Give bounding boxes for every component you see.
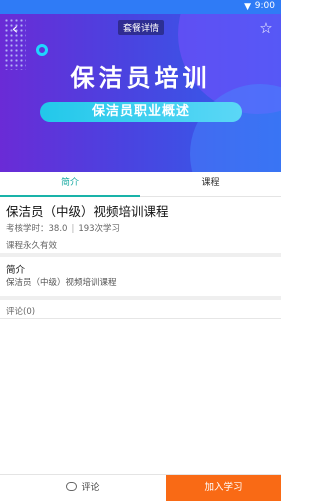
- comment-icon: [66, 482, 78, 491]
- tab-bar: 简介 课程: [0, 172, 281, 197]
- study-hours: 考核学时：38.0: [6, 224, 68, 234]
- course-banner: ‹ 套餐详情 ☆ 保洁员培训 保洁员职业概述: [0, 14, 281, 172]
- learner-count: 193次学习: [78, 224, 121, 234]
- favorite-button[interactable]: ☆: [257, 19, 275, 37]
- star-icon: ☆: [259, 19, 273, 37]
- banner-heading: 保洁员培训: [70, 64, 211, 92]
- intro-text: 保洁员（中级）视频培训课程: [6, 278, 117, 288]
- banner-decoration: [190, 84, 281, 172]
- meta-separator: |: [71, 224, 75, 234]
- course-meta: 考核学时：38.0 | 193次学习: [6, 222, 120, 234]
- tab-course[interactable]: 课程: [140, 172, 281, 195]
- tab-intro[interactable]: 简介: [0, 172, 140, 195]
- banner-subtitle: 保洁员职业概述: [40, 102, 242, 122]
- chevron-left-icon: ‹: [11, 19, 19, 38]
- wifi-icon: ▼: [244, 2, 251, 12]
- comments-divider: [0, 318, 281, 319]
- page-title: 套餐详情: [118, 20, 165, 35]
- comments-heading: 评论(0): [6, 307, 36, 317]
- course-validity: 课程永久有效: [6, 241, 58, 251]
- active-tab-indicator: [0, 195, 140, 197]
- status-time: 9:00: [254, 1, 275, 11]
- join-study-button[interactable]: 加入学习: [166, 475, 281, 501]
- course-title: 保洁员（中级）视频培训课程: [6, 204, 169, 219]
- back-button[interactable]: ‹: [6, 20, 24, 38]
- banner-ring-decoration: [36, 44, 48, 56]
- bottom-action-bar: 评论 加入学习: [0, 474, 281, 501]
- intro-heading: 简介: [6, 265, 26, 276]
- section-divider: [0, 253, 281, 257]
- comment-button-label: 评论: [81, 483, 100, 493]
- status-bar: ▼ 9:00: [0, 0, 281, 14]
- section-divider: [0, 296, 281, 300]
- comment-button[interactable]: 评论: [0, 475, 166, 501]
